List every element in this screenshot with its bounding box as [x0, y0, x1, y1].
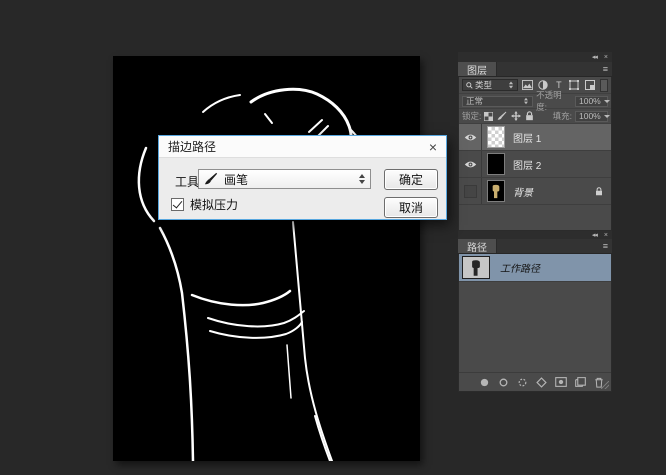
document-canvas[interactable]	[113, 56, 420, 461]
fist-path-art	[469, 259, 483, 277]
panel-menu-icon[interactable]: ≡	[603, 239, 612, 253]
dialog-title-bar[interactable]: 描边路径 ×	[159, 136, 446, 158]
filter-smart-objects-icon[interactable]	[584, 79, 596, 91]
lock-position-icon[interactable]	[511, 111, 521, 121]
fill-select[interactable]: 100%	[575, 111, 608, 122]
layer-thumbnail[interactable]	[487, 153, 505, 175]
lock-all-icon[interactable]	[525, 111, 534, 121]
paths-panel-group: ◂◂ × 路径 ≡ 工作路径	[458, 231, 612, 392]
fist-line-art	[113, 56, 420, 461]
stroke-path-icon[interactable]	[498, 377, 509, 388]
ok-button[interactable]: 确定	[384, 169, 438, 190]
fill-path-icon[interactable]	[479, 377, 490, 388]
panel-resize-handle[interactable]	[601, 381, 609, 389]
tool-select-stepper[interactable]	[359, 174, 365, 184]
path-thumbnail[interactable]	[462, 256, 490, 279]
chevron-down-icon	[604, 115, 610, 118]
add-mask-icon[interactable]	[555, 377, 567, 387]
layer-name[interactable]: 图层 2	[513, 157, 541, 172]
layer-name[interactable]: 背景	[513, 184, 533, 199]
path-name[interactable]: 工作路径	[500, 260, 540, 275]
opacity-value: 100%	[579, 96, 601, 106]
close-panel-icon[interactable]: ×	[604, 54, 607, 61]
simulate-pressure-label: 模拟压力	[190, 196, 238, 213]
blend-mode-select[interactable]: 正常	[462, 96, 533, 107]
make-work-path-icon[interactable]	[536, 377, 547, 388]
lock-label: 锁定:	[462, 110, 481, 122]
collapse-panel-icon[interactable]: ◂◂	[592, 231, 597, 239]
fill-value: 100%	[579, 111, 601, 121]
visibility-toggle[interactable]	[459, 124, 482, 150]
filter-type-label: 类型	[475, 79, 492, 91]
layer-row-1[interactable]: 图层 1	[459, 124, 611, 151]
visibility-toggle[interactable]	[459, 151, 482, 177]
photoshop-window: 描边路径 × 工具: 画笔 确定 取消 模拟压力 ◂◂ × 图层 ≡	[0, 0, 666, 475]
eye-hidden-well	[464, 185, 477, 198]
tool-select-value: 画笔	[224, 171, 248, 188]
simulate-pressure-checkbox[interactable]	[171, 198, 184, 211]
new-path-icon[interactable]	[575, 377, 586, 387]
tab-layers[interactable]: 图层	[458, 62, 497, 76]
work-path-row[interactable]: 工作路径	[459, 254, 611, 282]
search-icon	[466, 82, 473, 89]
tool-select[interactable]: 画笔	[198, 169, 371, 189]
stroke-path-dialog: 描边路径 × 工具: 画笔 确定 取消 模拟压力	[158, 135, 447, 220]
eye-icon	[464, 133, 477, 142]
collapse-panel-icon[interactable]: ◂◂	[592, 53, 597, 61]
layer-row-2[interactable]: 图层 2	[459, 151, 611, 178]
fist-thumbnail-art	[490, 183, 502, 200]
tab-paths[interactable]: 路径	[458, 239, 497, 253]
layer-name[interactable]: 图层 1	[513, 130, 541, 145]
layer-thumbnail[interactable]	[487, 126, 505, 148]
load-selection-icon[interactable]	[517, 377, 528, 388]
layers-panel-group: ◂◂ × 图层 ≡ 类型	[458, 52, 612, 231]
filter-pixel-layers-icon[interactable]	[522, 79, 534, 91]
opacity-select[interactable]: 100%	[575, 96, 608, 107]
panel-menu-icon[interactable]: ≡	[603, 62, 612, 76]
layer-row-background[interactable]: 背景	[459, 178, 611, 205]
cancel-button[interactable]: 取消	[384, 197, 438, 218]
visibility-toggle[interactable]	[459, 178, 482, 204]
dialog-title: 描边路径	[168, 138, 216, 155]
lock-transparent-icon[interactable]	[484, 112, 493, 121]
brush-icon	[204, 172, 218, 186]
chevron-down-icon	[604, 100, 610, 103]
eye-icon	[464, 160, 477, 169]
layer-filter-select[interactable]: 类型	[462, 79, 518, 91]
close-panel-icon[interactable]: ×	[604, 232, 607, 239]
fill-label: 填充:	[553, 110, 572, 122]
layer-thumbnail[interactable]	[487, 180, 505, 202]
layer-lock-icon	[595, 187, 603, 196]
filter-on-off-toggle[interactable]	[600, 79, 608, 92]
close-icon[interactable]: ×	[429, 140, 437, 154]
lock-pixels-brush-icon[interactable]	[497, 111, 507, 121]
blend-mode-value: 正常	[466, 95, 483, 107]
